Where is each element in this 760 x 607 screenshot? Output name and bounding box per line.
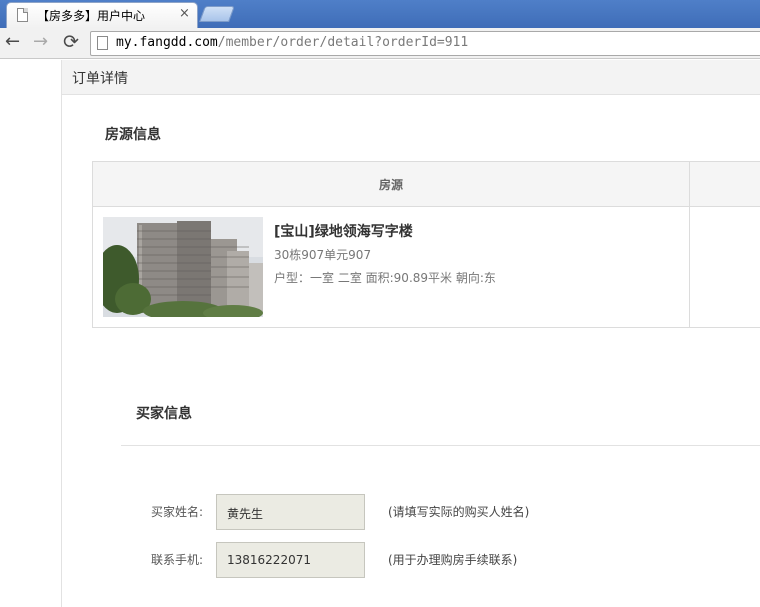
buyer-phone-label: 联系手机: bbox=[150, 553, 203, 567]
page-header: 订单详情 bbox=[62, 60, 760, 95]
page-content: 订单详情 房源信息 房源 [宝山]绿地领海写字楼 30栋907单元907 户型：… bbox=[0, 60, 760, 607]
tab-title: 【房多多】用户中心 bbox=[37, 9, 146, 23]
column-divider bbox=[689, 162, 690, 327]
house-detail: 户型：一室 二室 面积:90.89平米 朝向:东 bbox=[274, 271, 496, 285]
url-path: /member/order/detail?orderId=911 bbox=[217, 35, 469, 50]
house-name-link[interactable]: [宝山]绿地领海写字楼 bbox=[274, 221, 413, 241]
house-table: 房源 [宝山]绿地领海写字楼 30栋907单元907 户型：一室 二室 面积:9… bbox=[92, 161, 760, 328]
sidebar-divider bbox=[61, 60, 62, 607]
buyer-name-hint: (请填写实际的购买人姓名) bbox=[388, 505, 530, 519]
buyer-section-title: 买家信息 bbox=[136, 406, 192, 422]
building-photo-image bbox=[103, 217, 263, 317]
url-host: my.fangdd.com bbox=[116, 35, 218, 50]
page-title: 订单详情 bbox=[72, 71, 128, 87]
reload-icon[interactable]: ⟳ bbox=[63, 32, 79, 52]
page-icon bbox=[97, 36, 108, 50]
buyer-name-label: 买家姓名: bbox=[150, 505, 203, 519]
url-text[interactable]: my.fangdd.com/member/order/detail?orderI… bbox=[116, 35, 468, 50]
buyer-phone-hint: (用于办理购房手续联系) bbox=[388, 553, 518, 567]
page-icon bbox=[17, 8, 28, 22]
browser-tab-active[interactable]: 【房多多】用户中心 × bbox=[6, 2, 198, 28]
back-arrow-icon[interactable]: ← bbox=[5, 32, 20, 52]
table-header: 房源 bbox=[93, 162, 760, 207]
buyer-name-field[interactable]: 黄先生 bbox=[216, 494, 365, 530]
house-section-title: 房源信息 bbox=[105, 127, 161, 143]
house-photo[interactable] bbox=[103, 217, 263, 317]
tab-strip: 【房多多】用户中心 × bbox=[0, 0, 760, 28]
new-tab-button[interactable] bbox=[199, 6, 235, 22]
browser-toolbar: ← → ⟳ my.fangdd.com/member/order/detail?… bbox=[0, 28, 760, 59]
tab-close-icon[interactable]: × bbox=[179, 6, 190, 21]
section-divider bbox=[121, 445, 760, 446]
forward-arrow-icon[interactable]: → bbox=[33, 32, 48, 52]
column-header-house: 房源 bbox=[378, 178, 403, 192]
house-unit: 30栋907单元907 bbox=[274, 248, 372, 262]
buyer-phone-field[interactable]: 13816222071 bbox=[216, 542, 365, 578]
address-bar[interactable]: my.fangdd.com/member/order/detail?orderI… bbox=[90, 31, 760, 56]
